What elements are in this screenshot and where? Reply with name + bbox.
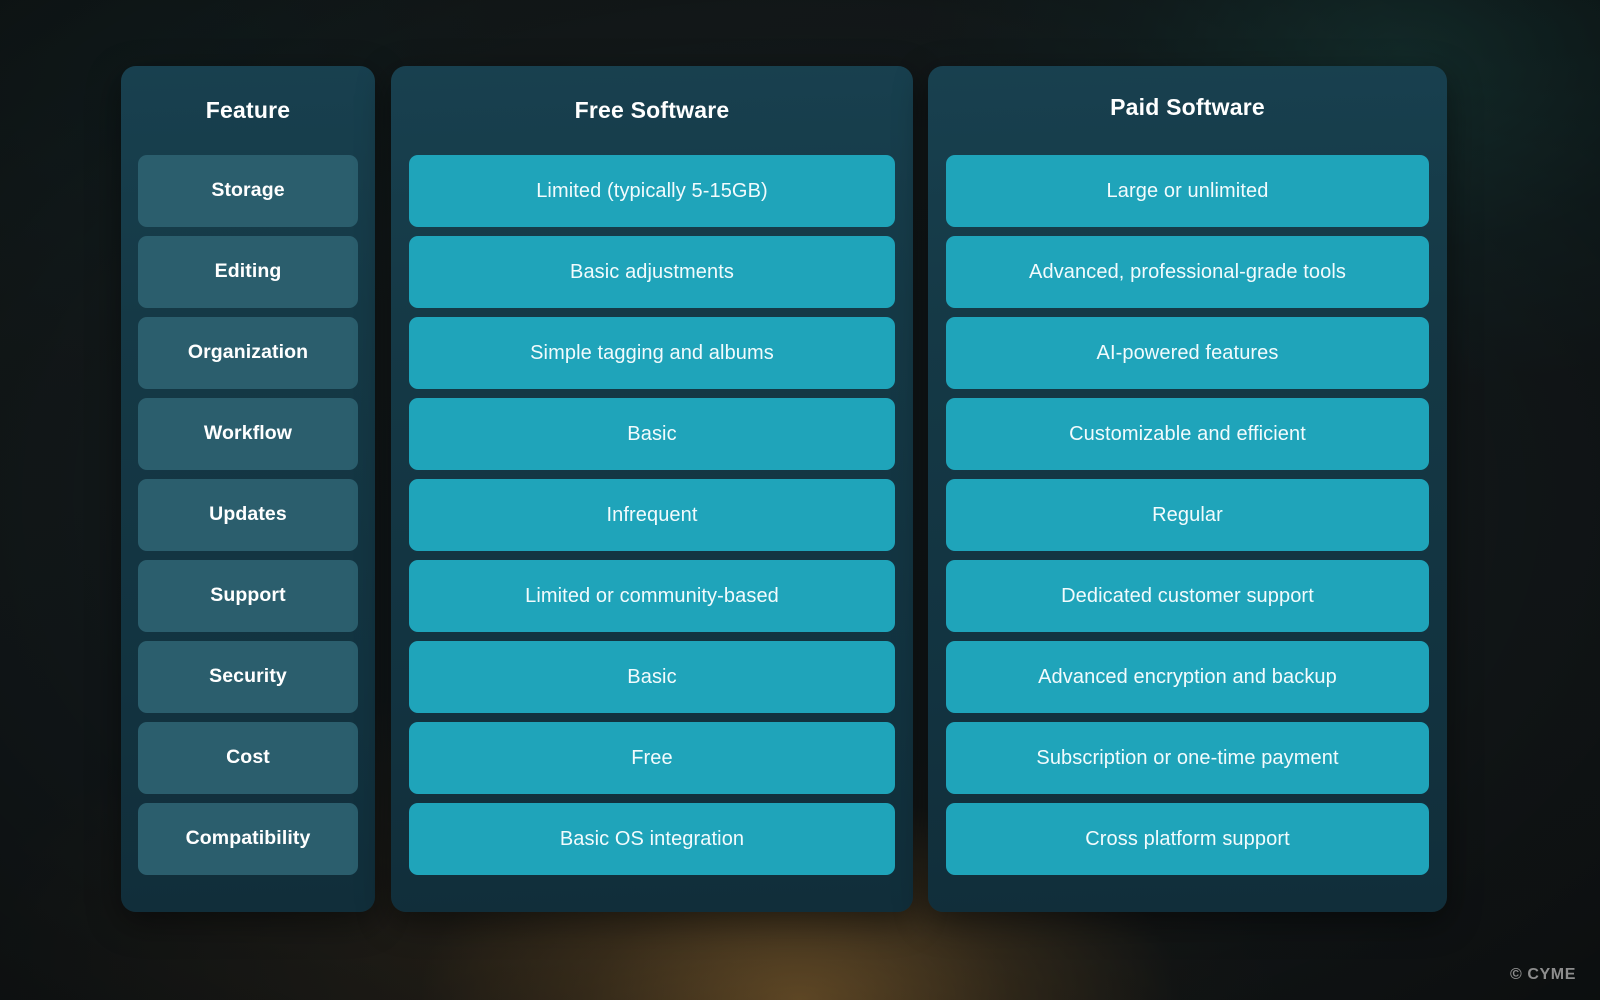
feature-cell: Cost [138, 722, 358, 794]
free-cell: Basic OS integration [409, 803, 895, 875]
free-cell-list: Limited (typically 5-15GB) Basic adjustme… [409, 155, 895, 875]
paid-cell: Customizable and efficient [946, 398, 1429, 470]
feature-cell: Workflow [138, 398, 358, 470]
feature-cell: Updates [138, 479, 358, 551]
paid-cell: Cross platform support [946, 803, 1429, 875]
paid-cell: Regular [946, 479, 1429, 551]
free-cell: Free [409, 722, 895, 794]
feature-cell-list: Storage Editing Organization Workflow Update… [138, 155, 358, 875]
free-cell: Simple tagging and albums [409, 317, 895, 389]
feature-cell: Compatibility [138, 803, 358, 875]
free-cell: Basic adjustments [409, 236, 895, 308]
copyright-watermark: © CYME [1509, 966, 1576, 983]
paid-cell: Large or unlimited [946, 155, 1429, 227]
column-paid-software: Paid Software Large or unlimited Advanced… [928, 66, 1447, 912]
paid-cell: AI-powered features [946, 317, 1429, 389]
free-cell: Limited (typically 5-15GB) [409, 155, 895, 227]
paid-cell-list: Large or unlimited Advanced, professional… [946, 155, 1429, 875]
column-feature: Feature Storage Editing Organization Workfl… [121, 66, 375, 912]
feature-cell: Organization [138, 317, 358, 389]
free-cell: Limited or community-based [409, 560, 895, 632]
comparison-table: Feature Storage Editing Organization Workfl… [121, 66, 1447, 912]
paid-cell: Dedicated customer support [946, 560, 1429, 632]
free-cell: Basic [409, 641, 895, 713]
feature-cell: Support [138, 560, 358, 632]
column-header-free-software: Free Software [574, 97, 730, 123]
free-cell: Basic [409, 398, 895, 470]
feature-cell: Storage [138, 155, 358, 227]
paid-cell: Advanced encryption and backup [946, 641, 1429, 713]
feature-cell: Editing [138, 236, 358, 308]
column-free-software: Free Software Limited (typically 5-15GB)… [391, 66, 913, 912]
feature-cell: Security [138, 641, 358, 713]
paid-cell: Subscription or one-time payment [946, 722, 1429, 794]
column-header-feature: Feature [205, 97, 291, 123]
paid-cell: Advanced, professional-grade tools [946, 236, 1429, 308]
column-header-paid-software: Paid Software [1110, 93, 1265, 120]
free-cell: Infrequent [409, 479, 895, 551]
